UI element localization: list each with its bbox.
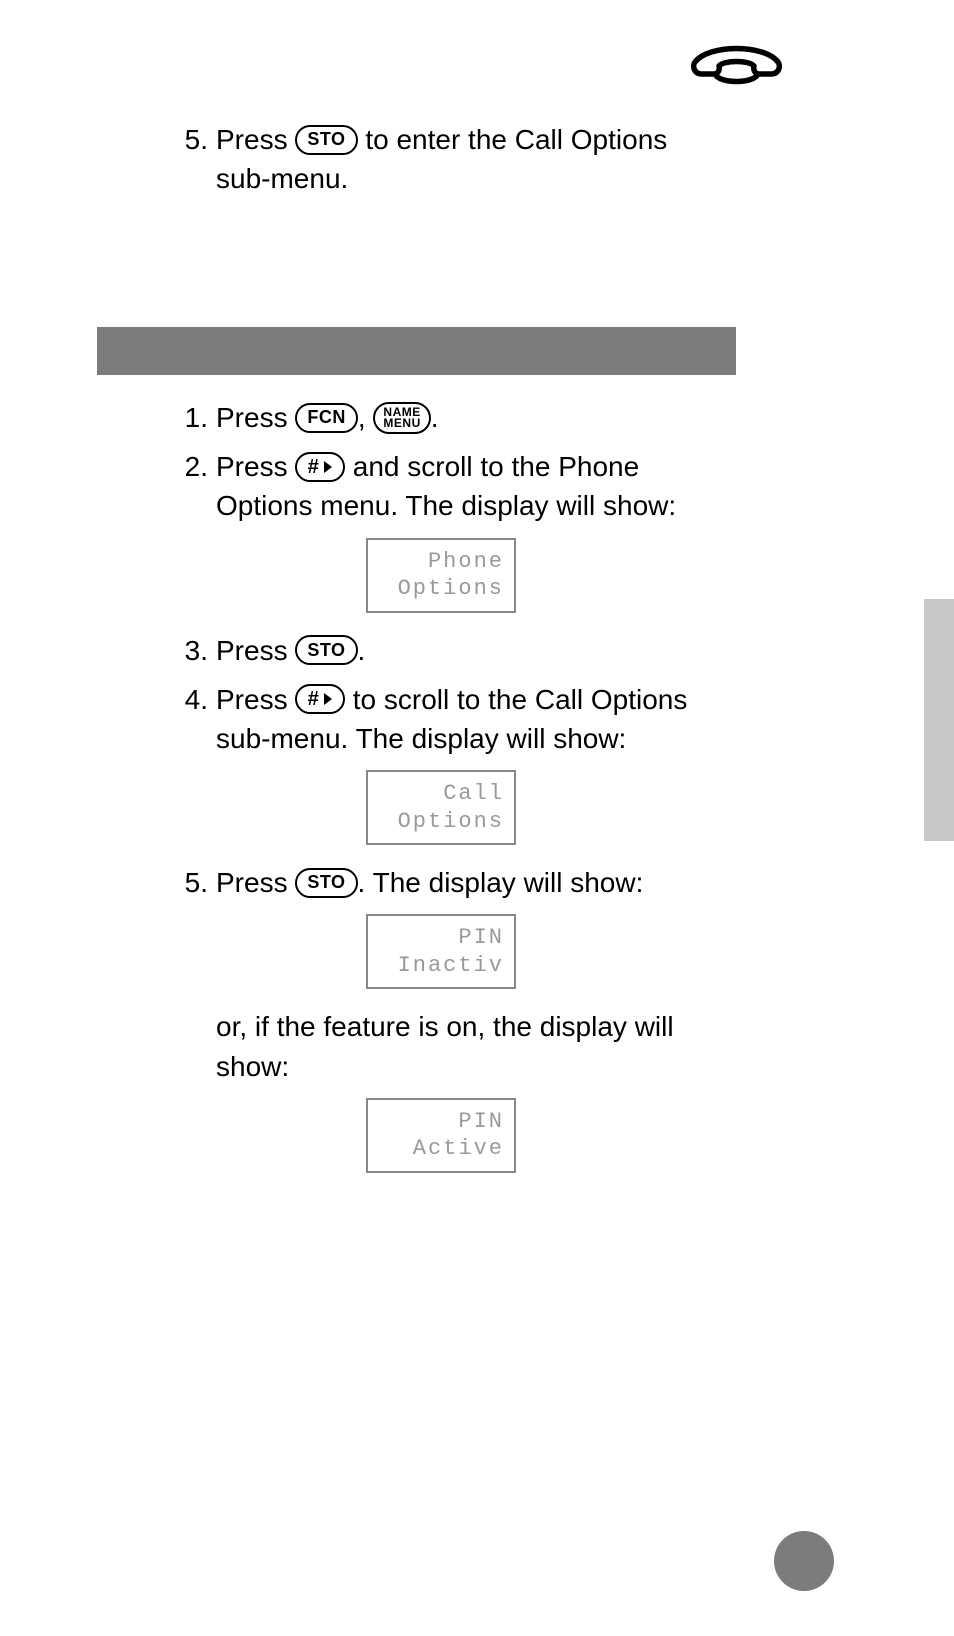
text: Press xyxy=(216,451,295,482)
phone-display: PIN Active xyxy=(366,1098,516,1173)
step-1: 1. Press FCN, NAMEMENU. xyxy=(168,398,738,437)
text: Press xyxy=(216,684,295,715)
step-number: 5. xyxy=(168,863,216,1191)
step-number: 2. xyxy=(168,447,216,630)
sto-key-icon: STO xyxy=(295,125,357,155)
sto-key-icon: STO xyxy=(295,635,357,665)
text: Press xyxy=(216,124,295,155)
section-heading-bar xyxy=(97,327,736,375)
step-number: 1. xyxy=(168,398,216,437)
hash-key-icon: # xyxy=(295,452,345,482)
text: Press xyxy=(216,635,295,666)
hash-label: # xyxy=(307,685,319,713)
step-5: 5. Press STO. The display will show: PIN… xyxy=(168,863,738,1191)
text: , xyxy=(358,402,374,433)
text: . xyxy=(358,635,366,666)
step-number: 5. xyxy=(168,120,216,198)
text: Press xyxy=(216,867,295,898)
sto-key-icon: STO xyxy=(295,868,357,898)
step-4: 4. Press # to scroll to the Call Options… xyxy=(168,680,738,863)
name-menu-key-icon: NAMEMENU xyxy=(373,402,430,434)
step-number: 4. xyxy=(168,680,216,863)
text: . The display will show: xyxy=(358,867,644,898)
text: . xyxy=(431,402,439,433)
fcn-key-icon: FCN xyxy=(295,403,358,433)
steps-list: 1. Press FCN, NAMEMENU. 2. Press # and s… xyxy=(168,398,738,1191)
right-arrow-icon xyxy=(323,692,333,706)
step-body: Press STO to enter the Call Options sub-… xyxy=(216,120,728,198)
handset-icon xyxy=(689,40,784,105)
step-body: Press STO. xyxy=(216,631,738,670)
right-arrow-icon xyxy=(323,460,333,474)
step-body: Press # and scroll to the Phone Options … xyxy=(216,447,738,630)
page-number-badge xyxy=(774,1531,834,1591)
hash-key-icon: # xyxy=(295,684,345,714)
phone-display: Call Options xyxy=(366,770,516,845)
hash-label: # xyxy=(307,453,319,481)
step-3: 3. Press STO. xyxy=(168,631,738,670)
top-step-5: 5. Press STO to enter the Call Options s… xyxy=(168,120,728,198)
step-2: 2. Press # and scroll to the Phone Optio… xyxy=(168,447,738,630)
step-body: Press STO. The display will show: PIN In… xyxy=(216,863,738,1191)
text: Press xyxy=(216,402,295,433)
phone-display: PIN Inactiv xyxy=(366,914,516,989)
key-bottom-label: MENU xyxy=(383,418,420,429)
step-body: Press FCN, NAMEMENU. xyxy=(216,398,738,437)
side-tab xyxy=(924,599,954,841)
alt-text: or, if the feature is on, the display wi… xyxy=(216,1007,738,1085)
step-number: 3. xyxy=(168,631,216,670)
step-body: Press # to scroll to the Call Options su… xyxy=(216,680,738,863)
phone-display: Phone Options xyxy=(366,538,516,613)
